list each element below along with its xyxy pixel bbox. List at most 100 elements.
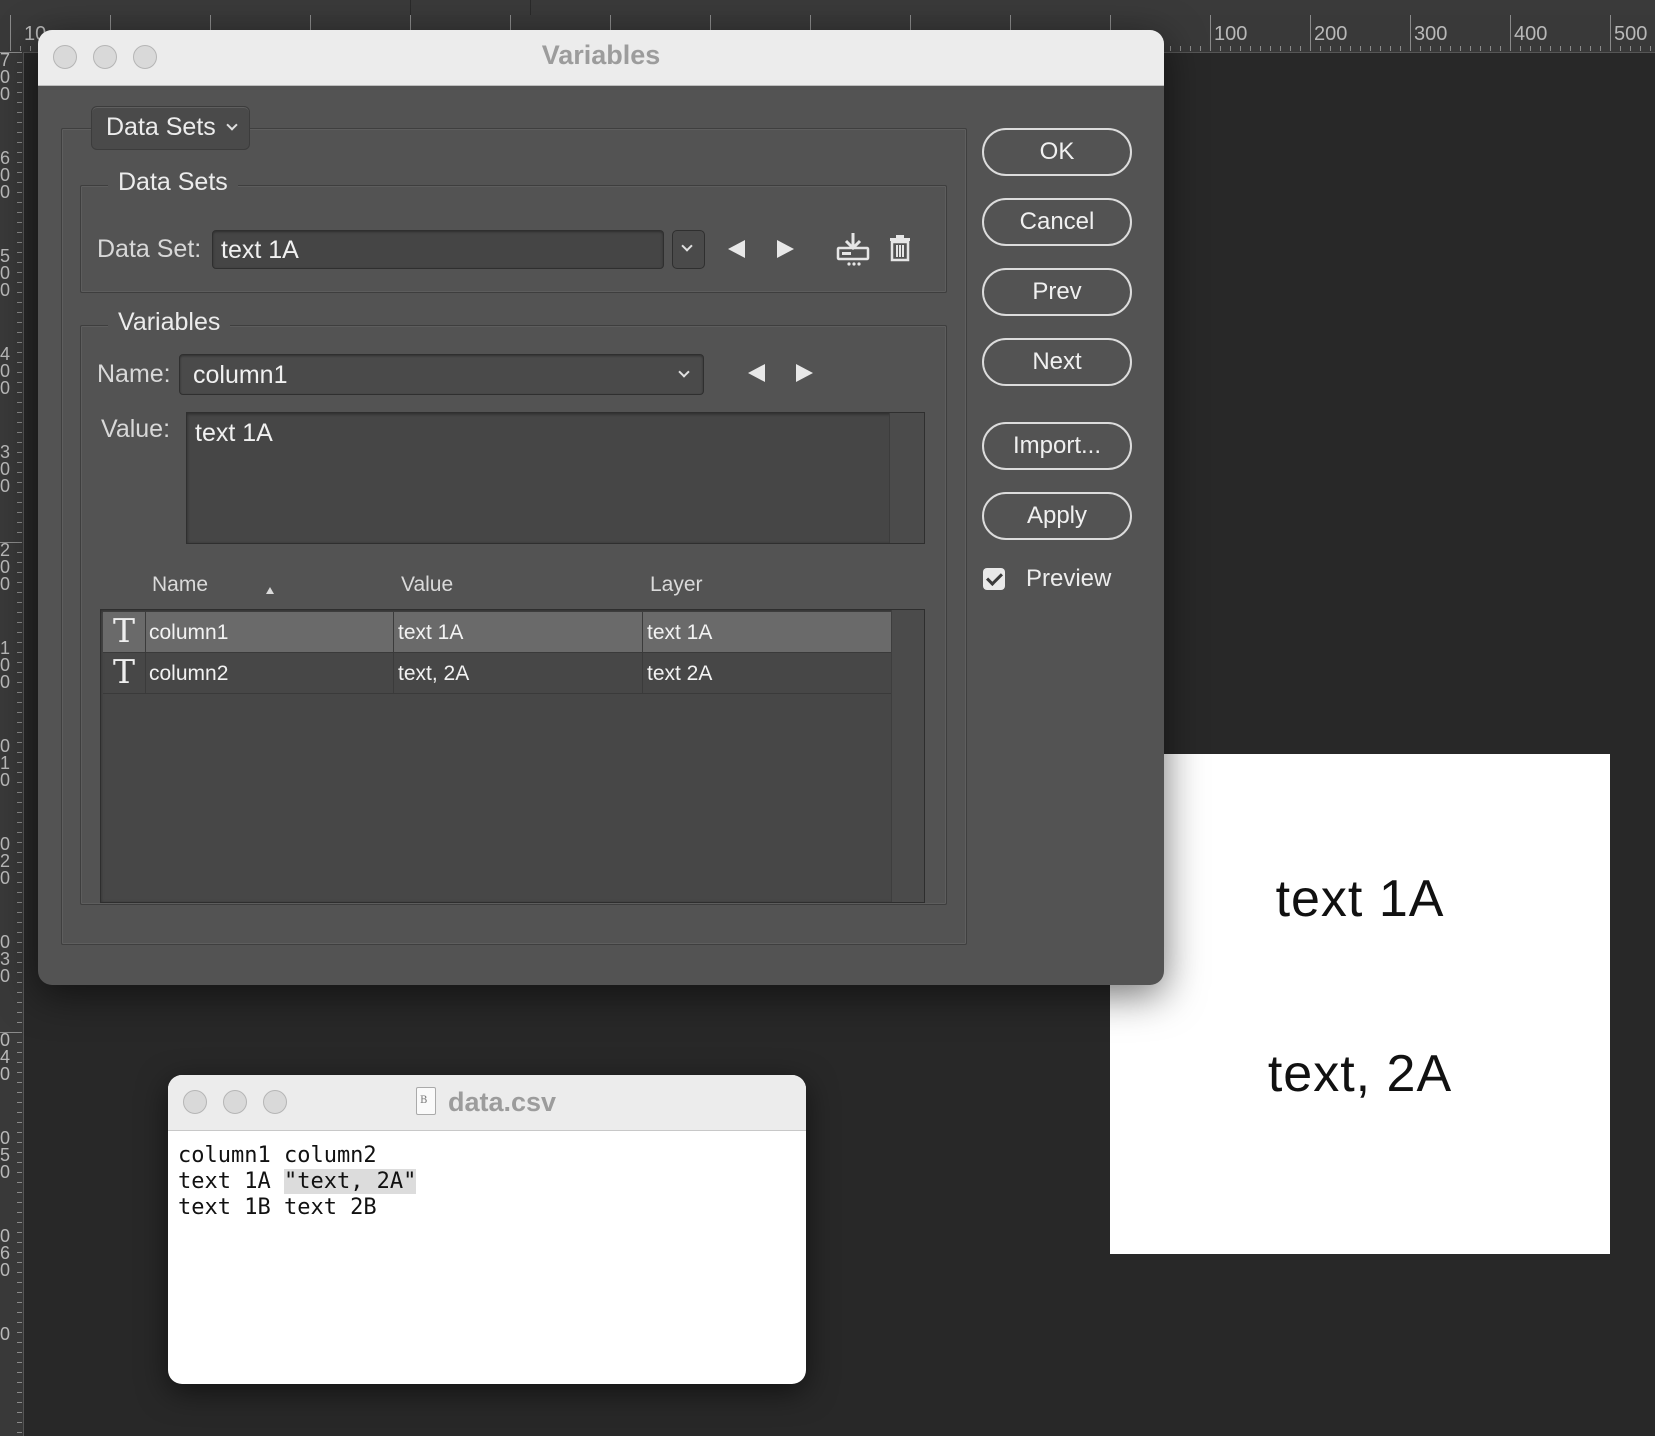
ruler-tick (17, 992, 22, 993)
data-sets-group-title: Data Sets (108, 168, 238, 197)
ruler-tick (17, 102, 22, 103)
column-header-value[interactable]: Value (401, 573, 453, 597)
previous-variable-arrow[interactable] (748, 364, 765, 382)
ruler-tick (17, 1282, 22, 1283)
ruler-label: 0 (0, 476, 11, 496)
csv-line[interactable]: column1 column2 (178, 1143, 377, 1169)
table-row[interactable]: T column2 text, 2A text 2A (103, 653, 891, 694)
ruler-tick (17, 1422, 22, 1423)
column-header-name[interactable]: Name (152, 573, 208, 597)
ruler-tick (17, 1062, 22, 1063)
ruler-tick (17, 362, 22, 363)
ruler-tick (17, 292, 22, 293)
value-text: text 1A (195, 419, 273, 447)
value-textarea[interactable]: text 1A (186, 412, 925, 544)
table-row[interactable]: T column1 text 1A text 1A (103, 612, 891, 653)
next-button[interactable]: Next (982, 338, 1132, 386)
ruler-tick (1290, 46, 1291, 51)
minimize-window-button[interactable] (223, 1090, 247, 1114)
ruler-tick (0, 542, 22, 543)
ruler-tick (17, 482, 22, 483)
ruler-tick (1560, 46, 1561, 51)
csv-text: text 1A (178, 1169, 284, 1194)
previous-data-set-arrow[interactable] (728, 240, 745, 258)
table-cell: text 1A (393, 612, 642, 652)
preview-label[interactable]: Preview (1026, 565, 1111, 593)
variables-dialog: Variables Data Sets Data Sets Data Set: … (38, 30, 1164, 985)
ruler-label: 0 (0, 868, 11, 888)
ruler-tick (17, 192, 22, 193)
csv-line[interactable]: text 1B text 2B (178, 1195, 377, 1221)
canvas-document[interactable]: text 1A text, 2A (1110, 754, 1610, 1254)
table-cell: text 1A (642, 612, 892, 652)
next-data-set-arrow[interactable] (777, 240, 794, 258)
save-data-set-icon[interactable] (835, 231, 871, 267)
ruler-tick (17, 652, 22, 653)
csv-line[interactable]: text 1A "text, 2A" (178, 1169, 417, 1195)
ruler-tick (17, 702, 22, 703)
variables-group-title: Variables (108, 308, 231, 337)
ruler-tick (17, 752, 22, 753)
ok-button[interactable]: OK (982, 128, 1132, 176)
close-window-button[interactable] (183, 1090, 207, 1114)
ruler-tick (1470, 46, 1471, 51)
canvas-text-layer-1[interactable]: text 1A (1110, 869, 1610, 929)
ruler-tick (17, 1222, 22, 1223)
data-set-dropdown-button[interactable] (672, 230, 705, 269)
ruler-tick (17, 1052, 22, 1053)
mode-popup[interactable]: Data Sets (91, 106, 250, 150)
variable-name-value: column1 (193, 361, 288, 389)
ruler-tick (17, 1352, 22, 1353)
ruler-tick (17, 942, 22, 943)
ruler-tick (17, 842, 22, 843)
ruler-tick (17, 1122, 22, 1123)
ruler-label: 0 (0, 672, 11, 692)
ruler-tick (17, 622, 22, 623)
import-button[interactable]: Import... (982, 422, 1132, 470)
value-scrollbar[interactable] (889, 413, 924, 543)
data-set-field[interactable]: text 1A (212, 230, 664, 269)
prev-button[interactable]: Prev (982, 268, 1132, 316)
ruler-tick (1410, 15, 1411, 51)
ruler-tick (17, 982, 22, 983)
ruler-tick (17, 562, 22, 563)
ruler-tick (17, 1272, 22, 1273)
ruler-tick (17, 112, 22, 113)
variable-name-popup[interactable]: column1 (179, 354, 704, 395)
ruler-tick (17, 202, 22, 203)
zoom-window-button[interactable] (263, 1090, 287, 1114)
text-layer-icon: T (113, 611, 136, 650)
cancel-button[interactable]: Cancel (982, 198, 1132, 246)
ruler-tick (1400, 46, 1401, 51)
trash-icon[interactable] (888, 234, 912, 262)
next-variable-arrow[interactable] (796, 364, 813, 382)
sort-ascending-icon (266, 587, 274, 594)
ruler-tick (17, 252, 22, 253)
csv-text: column1 column2 (178, 1143, 377, 1168)
ruler-label: 400 (1514, 23, 1548, 45)
ruler-tick (17, 242, 22, 243)
ruler-tick (17, 452, 22, 453)
ruler-tick (17, 632, 22, 633)
vertical-ruler[interactable]: 7006005004003002001000100200300400500600 (0, 52, 24, 1436)
ruler-tick (17, 662, 22, 663)
ruler-tick (17, 812, 22, 813)
table-cell: column1 (145, 612, 393, 652)
data-set-label: Data Set: (97, 235, 202, 263)
apply-button[interactable]: Apply (982, 492, 1132, 540)
column-header-layer[interactable]: Layer (650, 573, 703, 597)
canvas-text-layer-2[interactable]: text, 2A (1110, 1044, 1610, 1104)
ruler-label: 0 (0, 378, 11, 398)
ruler-tick (17, 722, 22, 723)
ruler-tick (17, 592, 22, 593)
preview-checkbox[interactable] (983, 568, 1005, 590)
ruler-tick (1370, 46, 1371, 51)
ruler-tick (1380, 46, 1381, 51)
ruler-tick (17, 172, 22, 173)
table-scrollbar[interactable] (891, 610, 924, 902)
dialog-titlebar[interactable]: Variables (38, 30, 1164, 86)
ruler-tick (17, 412, 22, 413)
ruler-tick (1510, 15, 1511, 51)
csv-titlebar[interactable]: B data.csv (168, 1075, 806, 1131)
ruler-tick (17, 1112, 22, 1113)
